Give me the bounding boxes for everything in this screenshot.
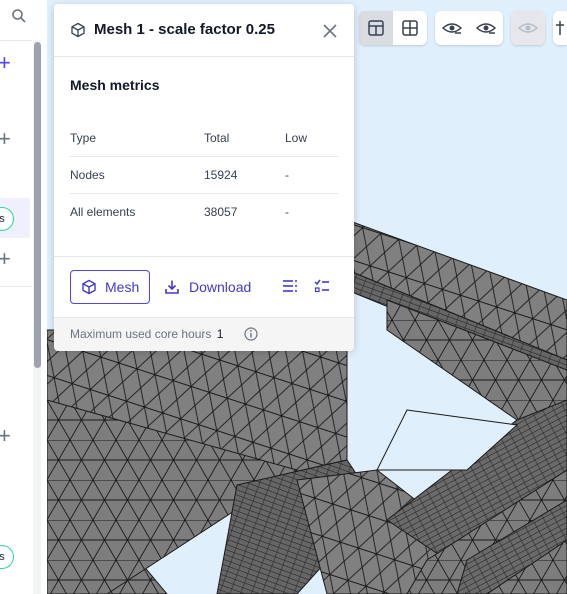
table-row: All elements 38057 - — [70, 194, 338, 230]
add-icon[interactable]: + — [0, 425, 11, 447]
column-header-low: Low — [285, 131, 308, 145]
add-icon[interactable]: + — [0, 128, 11, 150]
cell-low: - — [285, 205, 289, 219]
search-icon[interactable] — [11, 8, 27, 24]
view-mode-toolbar — [359, 11, 427, 45]
sidebar-divider — [0, 40, 32, 41]
close-icon[interactable] — [322, 23, 338, 39]
mesh-button[interactable]: Mesh — [70, 270, 150, 304]
core-hours-text: Maximum used core hours 1 — [70, 327, 223, 341]
column-header-type: Type — [70, 131, 97, 145]
checklist-icon[interactable] — [314, 279, 330, 293]
download-icon — [165, 280, 179, 294]
cell-type: Nodes — [70, 168, 105, 182]
info-icon[interactable] — [244, 327, 258, 341]
clip-toolbar — [553, 11, 567, 45]
clip-icon[interactable] — [553, 11, 567, 45]
column-header-total: Total — [204, 131, 230, 145]
left-sidebar: + + s + + s — [0, 0, 48, 594]
download-button[interactable]: Download — [164, 270, 251, 304]
panel-header: Mesh 1 - scale factor 0.25 — [54, 4, 354, 57]
cube-icon — [82, 279, 96, 295]
core-hours-label: Maximum used core hours — [70, 327, 212, 341]
eye-disabled-icon[interactable] — [511, 11, 545, 45]
eye-show-icon[interactable] — [469, 11, 503, 45]
panel-footer: Maximum used core hours 1 — [54, 317, 354, 351]
add-icon[interactable]: + — [0, 248, 11, 270]
table-row: Nodes 15924 - — [70, 157, 338, 194]
grid-view-icon[interactable] — [393, 11, 427, 45]
split-view-icon[interactable] — [359, 11, 393, 45]
visibility-disabled-toolbar — [511, 11, 545, 45]
mesh-metrics-panel: Mesh 1 - scale factor 0.25 Mesh metrics … — [54, 4, 354, 351]
core-hours-value: 1 — [216, 327, 224, 341]
cell-type: All elements — [70, 205, 136, 219]
table-header-row: Type Total Low — [70, 120, 338, 157]
visibility-toolbar — [435, 11, 503, 45]
cell-total: 38057 — [204, 205, 238, 219]
cell-total: 15924 — [204, 168, 238, 182]
list-icon[interactable] — [282, 279, 298, 293]
mesh-button-label: Mesh — [105, 279, 140, 295]
download-button-label: Download — [189, 279, 252, 295]
scrollbar-thumb[interactable] — [34, 42, 41, 368]
sidebar-divider — [0, 286, 32, 287]
status-badge: s — [0, 545, 14, 569]
cube-icon — [71, 22, 85, 38]
add-icon[interactable]: + — [0, 52, 11, 74]
section-title: Mesh metrics — [70, 77, 160, 93]
eye-hide-icon[interactable] — [435, 11, 469, 45]
panel-title: Mesh 1 - scale factor 0.25 — [94, 21, 275, 38]
metrics-table: Type Total Low Nodes 15924 - All element… — [70, 120, 338, 230]
cell-low: - — [285, 168, 289, 182]
panel-actions: Mesh Download — [54, 256, 354, 317]
